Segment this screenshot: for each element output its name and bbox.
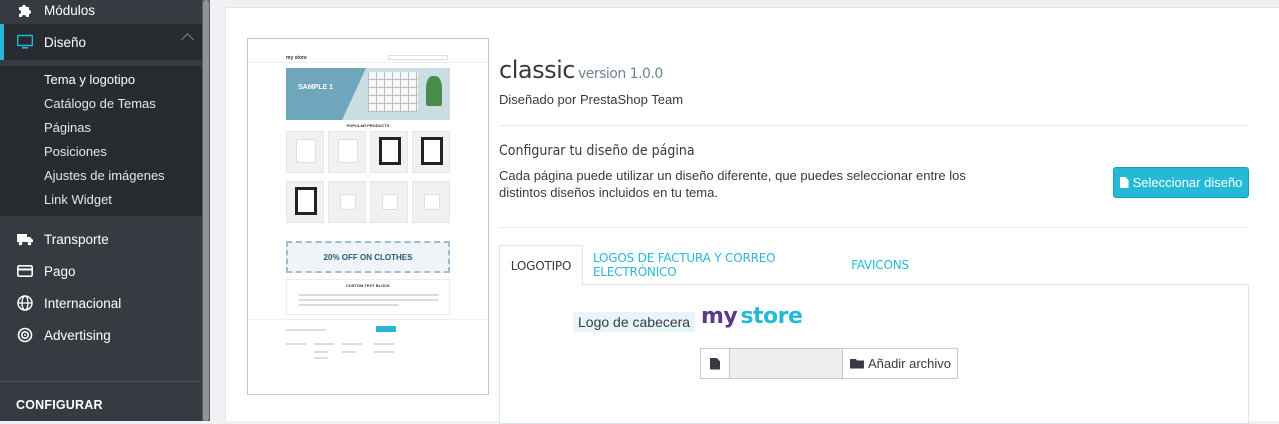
logo-file-input[interactable]: Añadir archivo bbox=[700, 348, 958, 379]
sidebar-item-diseno[interactable]: Diseño bbox=[0, 24, 202, 60]
sidebar-divider bbox=[0, 381, 210, 382]
sidebar-item-modulos[interactable]: Módulos bbox=[0, 0, 202, 26]
sidebar-item-advertising[interactable]: Advertising bbox=[0, 319, 202, 351]
preview-text-block: CUSTOM TEXT BLOCK bbox=[286, 279, 450, 315]
logo-part-store: store bbox=[740, 304, 803, 329]
globe-icon bbox=[17, 295, 33, 311]
preview-product-mug bbox=[424, 194, 440, 210]
add-file-button[interactable]: Añadir archivo bbox=[842, 349, 958, 378]
add-file-button-label: Añadir archivo bbox=[867, 356, 952, 371]
preview-footer-line bbox=[342, 351, 356, 353]
preview-hero-grid bbox=[368, 72, 418, 112]
tab-logotipo[interactable]: LOGOTIPO bbox=[499, 245, 583, 286]
truck-icon bbox=[17, 234, 33, 246]
logo-part-my: my bbox=[701, 304, 738, 329]
preview-block-title: CUSTOM TEXT BLOCK bbox=[346, 283, 390, 288]
monitor-icon bbox=[17, 34, 33, 49]
sidebar-item-label: Diseño bbox=[44, 34, 87, 50]
logo-tabs: LOGOTIPO LOGOS DE FACTURA Y CORREO ELECT… bbox=[499, 245, 1249, 424]
preview-text-line bbox=[299, 294, 439, 296]
file-icon bbox=[701, 349, 730, 378]
theme-version: version 1.0.0 bbox=[577, 66, 663, 82]
layout-section-title: Configurar tu diseño de página bbox=[499, 143, 695, 159]
sidebar-subitem-posiciones[interactable]: Posiciones bbox=[44, 144, 107, 159]
preview-footer-line bbox=[342, 343, 362, 345]
preview-footer-line bbox=[314, 343, 334, 345]
theme-name: classic bbox=[499, 56, 575, 84]
preview-product-mug bbox=[382, 194, 398, 210]
preview-text-line bbox=[299, 299, 439, 301]
tab-logos-factura-correo[interactable]: LOGOS DE FACTURA Y CORREO ELECTRÓNICO bbox=[593, 245, 823, 285]
preview-text-line bbox=[299, 304, 399, 306]
theme-preview-image: my store SAMPLE 1 POPULAR PRODUCTS 20% O… bbox=[247, 38, 489, 395]
preview-product-mug bbox=[340, 194, 356, 210]
sidebar-subitem-link-widget[interactable]: Link Widget bbox=[44, 192, 112, 207]
folder-open-icon bbox=[849, 358, 864, 369]
credit-card-icon bbox=[17, 264, 33, 277]
theme-title: classic version 1.0.0 bbox=[499, 56, 663, 84]
file-icon-shape bbox=[710, 357, 720, 370]
theme-author: Diseñado por PrestaShop Team bbox=[499, 92, 684, 107]
sidebar-subitem-ajustes-imagenes[interactable]: Ajustes de imágenes bbox=[44, 168, 165, 183]
divider bbox=[499, 125, 1249, 126]
preview-text-line bbox=[286, 329, 326, 331]
layout-section-description: Cada página puede utilizar un diseño dif… bbox=[499, 168, 966, 200]
sidebar-item-pago[interactable]: Pago bbox=[0, 255, 202, 287]
preview-product bbox=[370, 181, 408, 223]
sidebar-subitem-catalogo-temas[interactable]: Catálogo de Temas bbox=[44, 96, 156, 111]
sidebar: Módulos Diseño Tema y logotipo Catálogo … bbox=[0, 0, 210, 421]
preview-product-shirt bbox=[338, 139, 358, 163]
preview-product-frame bbox=[421, 137, 443, 165]
sidebar-item-label: Transporte bbox=[44, 231, 109, 247]
preview-footer-line bbox=[374, 343, 394, 345]
select-layout-button-label: Seleccionar diseño bbox=[1132, 175, 1243, 190]
preview-product bbox=[412, 131, 450, 173]
preview-logo: my store bbox=[286, 55, 307, 61]
sidebar-item-label: Pago bbox=[44, 263, 76, 279]
preview-section-title: POPULAR PRODUCTS bbox=[346, 123, 390, 128]
sidebar-item-transporte[interactable]: Transporte bbox=[0, 223, 202, 255]
preview-search bbox=[388, 55, 448, 60]
sidebar-item-label: Internacional bbox=[44, 295, 122, 311]
store-logo-image: my store bbox=[701, 304, 803, 329]
preview-header: my store bbox=[248, 39, 488, 63]
sidebar-section-label: CONFIGURAR bbox=[16, 398, 103, 412]
preview-plant bbox=[426, 76, 442, 106]
select-layout-button[interactable]: Seleccionar diseño bbox=[1113, 167, 1249, 198]
preview-product bbox=[286, 181, 324, 223]
preview-hero-text: SAMPLE 1 bbox=[298, 84, 334, 91]
preview-hero-band bbox=[286, 68, 366, 120]
preview-hero: SAMPLE 1 bbox=[286, 68, 450, 120]
active-indicator bbox=[0, 24, 4, 60]
chevron-up-icon[interactable] bbox=[181, 33, 194, 46]
preview-banner: 20% OFF ON CLOTHES bbox=[286, 241, 450, 273]
preview-footer-line bbox=[314, 351, 328, 353]
preview-product bbox=[286, 131, 324, 173]
sidebar-subitem-tema-logotipo[interactable]: Tema y logotipo bbox=[44, 72, 135, 87]
preview-product-frame bbox=[379, 137, 401, 165]
sidebar-item-label: Advertising bbox=[44, 327, 111, 343]
preview-footer-line bbox=[314, 357, 328, 359]
preview-product bbox=[328, 181, 366, 223]
preview-product-frame bbox=[295, 187, 317, 215]
preview-product bbox=[370, 131, 408, 173]
preview-divider bbox=[248, 319, 488, 320]
file-icon bbox=[1119, 177, 1129, 188]
divider bbox=[499, 227, 1249, 228]
sidebar-subitem-paginas[interactable]: Páginas bbox=[44, 120, 91, 135]
preview-product-shirt bbox=[296, 139, 316, 163]
file-name-field[interactable] bbox=[730, 349, 842, 378]
preview-footer-line bbox=[286, 343, 306, 345]
sidebar-scrollbar-thumb[interactable] bbox=[203, 0, 209, 421]
header-logo-label: Logo de cabecera bbox=[573, 312, 696, 332]
preview-footer-line bbox=[374, 351, 394, 353]
preview-product bbox=[412, 181, 450, 223]
preview-subscribe-button bbox=[376, 326, 396, 332]
target-icon bbox=[17, 327, 33, 343]
preview-product bbox=[328, 131, 366, 173]
tab-favicons[interactable]: FAVICONS bbox=[846, 245, 914, 285]
sidebar-item-internacional[interactable]: Internacional bbox=[0, 287, 202, 319]
sidebar-item-label: Módulos bbox=[44, 2, 96, 18]
puzzle-icon bbox=[19, 5, 31, 17]
